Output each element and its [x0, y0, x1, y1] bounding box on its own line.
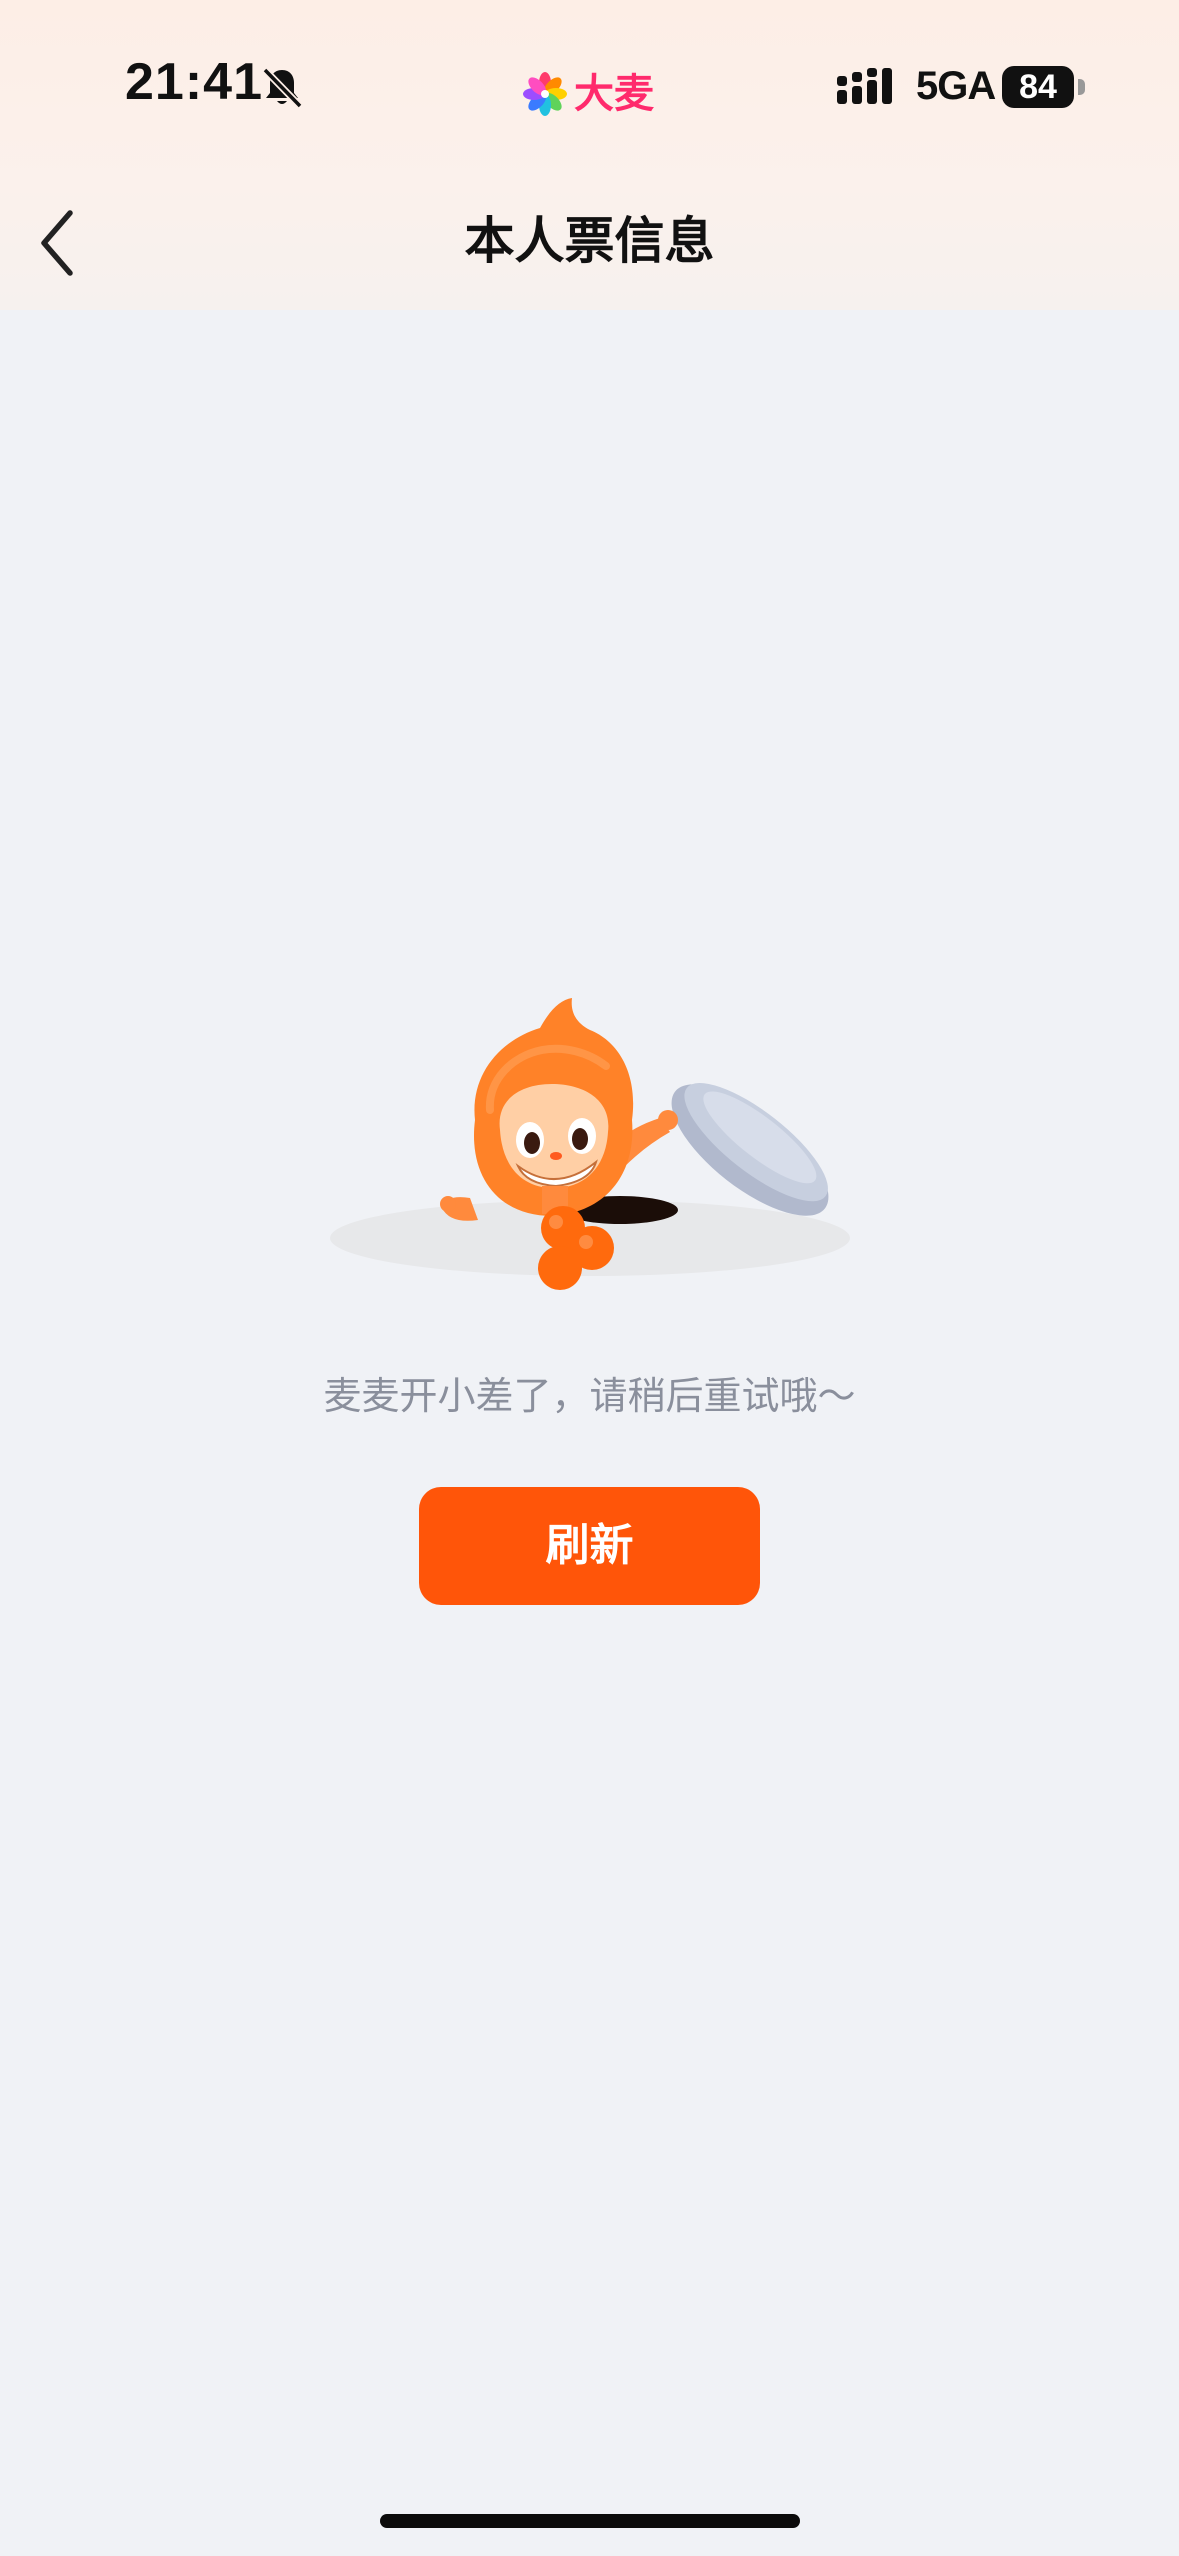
page-title: 本人票信息 [464, 212, 715, 270]
refresh-button[interactable]: 刷新 [419, 1487, 760, 1605]
status-time: 21:41 [125, 53, 263, 111]
network-type: 5GA [916, 64, 996, 108]
brand-logo: 大麦 [520, 66, 654, 122]
battery-icon: 84 [1002, 66, 1088, 108]
navigation-bar: 本人票信息 [0, 175, 1179, 310]
battery-level: 84 [1019, 68, 1057, 106]
battery-cap [1078, 79, 1085, 95]
mascot-illustration [330, 998, 850, 1290]
bell-muted-icon [262, 67, 303, 109]
signal-icon [837, 68, 892, 104]
status-bar: 21:41 大麦 5GA 84 [0, 0, 1179, 175]
error-message: 麦麦开小差了，请稍后重试哦～ [323, 1374, 856, 1418]
home-indicator[interactable] [380, 2514, 800, 2528]
brand-name: 大麦 [574, 71, 654, 117]
pinwheel-logo-icon [523, 72, 567, 116]
